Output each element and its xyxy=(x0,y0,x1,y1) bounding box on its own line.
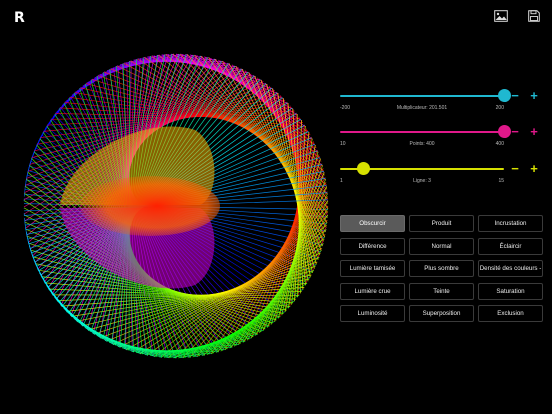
slider-max-label: 400 xyxy=(495,141,504,147)
blend-button[interactable]: Plus sombre xyxy=(409,260,474,277)
slider-knob[interactable] xyxy=(357,162,371,175)
blend-button[interactable]: Incrustation xyxy=(478,215,543,232)
blend-button[interactable]: Saturation xyxy=(478,282,543,300)
blend-button[interactable]: Produit xyxy=(409,215,474,232)
blend-button[interactable]: Exclusion xyxy=(478,305,543,322)
image-icon[interactable] xyxy=(494,10,508,22)
circle-artwork xyxy=(23,53,329,359)
points-plus-button[interactable]: + xyxy=(528,125,540,138)
slider-max-label: 200 xyxy=(495,105,504,111)
blend-button[interactable]: Éclaircir xyxy=(478,237,543,255)
blend-button[interactable]: Lumière tamisée xyxy=(340,260,405,277)
slider-caption: Multiplicateur: 201.501 xyxy=(396,105,448,111)
blend-button[interactable]: Obscurcir xyxy=(340,215,405,232)
slider-track[interactable] xyxy=(340,131,504,133)
blend-button[interactable]: Luminosité xyxy=(340,305,405,322)
slider-caption: Ligne: 3 xyxy=(413,178,431,184)
points-slider[interactable]: 10 Points: 400 400 xyxy=(340,122,511,147)
line-minus-button[interactable]: − xyxy=(509,162,521,175)
line-slider[interactable]: 1 Ligne: 3 15 xyxy=(340,159,504,184)
save-icon[interactable] xyxy=(528,10,540,22)
multiplier-plus-button[interactable]: + xyxy=(528,89,540,102)
line-plus-button[interactable]: + xyxy=(528,162,540,175)
slider-track[interactable] xyxy=(340,95,504,97)
blend-button[interactable]: Teinte xyxy=(409,282,474,300)
blend-button[interactable]: Superposition xyxy=(409,305,474,322)
blend-button[interactable]: Lumière crue xyxy=(340,282,405,300)
slider-max-label: 15 xyxy=(498,178,504,184)
slider-caption: Points: 400 xyxy=(409,141,435,147)
blend-button[interactable]: Densité des couleurs - xyxy=(478,260,543,277)
multiplier-minus-button[interactable]: − xyxy=(509,89,521,102)
blend-button[interactable]: Différence xyxy=(340,237,405,255)
blend-button[interactable]: Normal xyxy=(409,237,474,255)
multiplier-slider[interactable]: -200 Multiplicateur: 201.501 200 xyxy=(340,86,511,111)
points-minus-button[interactable]: − xyxy=(509,125,521,138)
